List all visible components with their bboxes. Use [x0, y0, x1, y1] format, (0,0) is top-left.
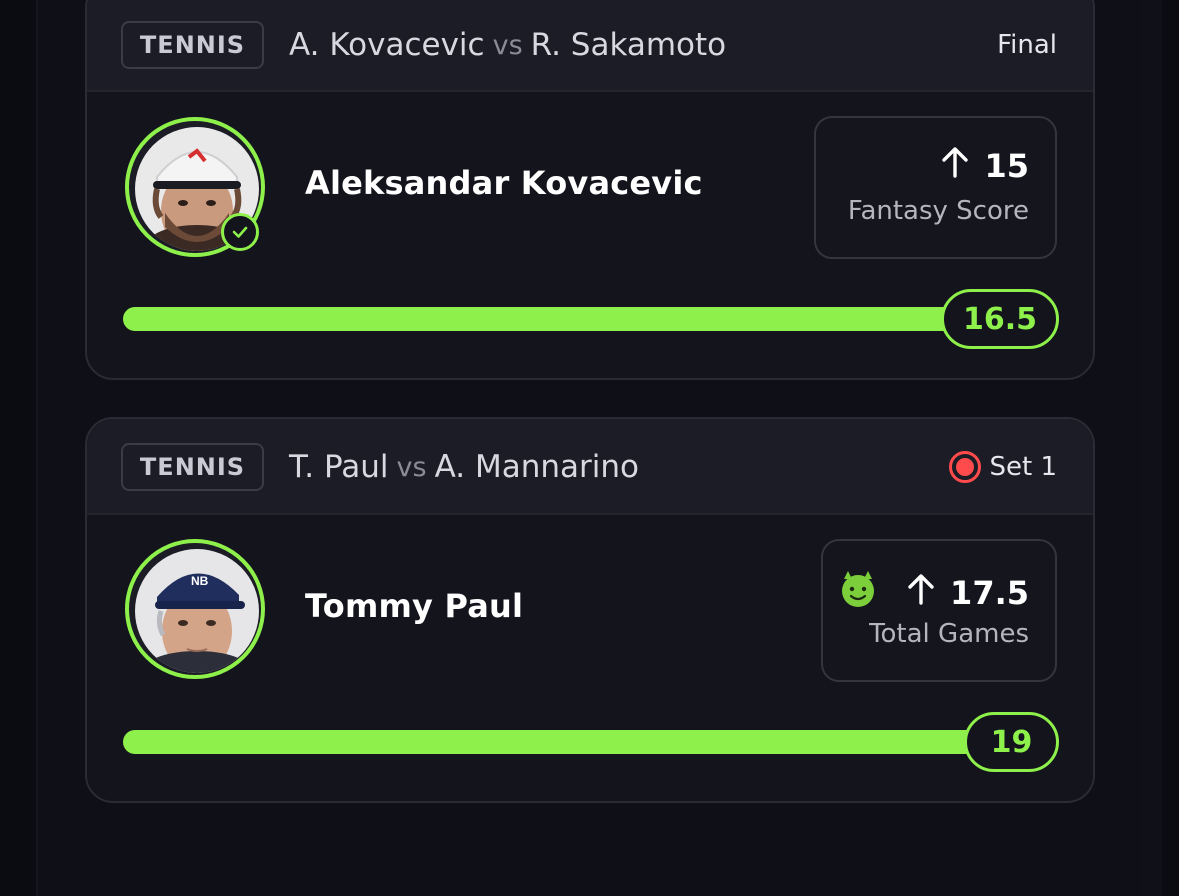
player-name[interactable]: Aleksandar Kovacevic	[305, 164, 703, 202]
matchup-vs: vs	[396, 451, 427, 483]
player-name[interactable]: Tommy Paul	[305, 587, 523, 625]
matchup-player-a: T. Paul	[289, 449, 389, 485]
arrow-up-icon	[940, 146, 970, 186]
stat-line: 15	[940, 146, 1029, 186]
progress-fill	[123, 307, 1023, 331]
game-status: Final	[997, 30, 1057, 60]
matchup: A. Kovacevic vs R. Sakamoto	[289, 21, 726, 69]
progress-bar	[123, 730, 1023, 754]
stat-label: Fantasy Score	[847, 196, 1029, 226]
card-header: TENNIS T. Paul vs A. Mannarino Set 1	[87, 419, 1093, 515]
game-status: Set 1	[949, 443, 1057, 491]
card-header: TENNIS A. Kovacevic vs R. Sakamoto Final	[87, 0, 1093, 92]
player-avatar[interactable]: NB	[125, 539, 265, 679]
stat-label: Total Games	[869, 619, 1029, 649]
progress-fill	[123, 730, 1023, 754]
pick-card[interactable]: TENNIS A. Kovacevic vs R. Sakamoto Final	[85, 0, 1095, 380]
stat-line-value: 17.5	[950, 574, 1029, 612]
matchup-player-b: R. Sakamoto	[530, 27, 727, 63]
result-value: 16.5	[941, 289, 1059, 349]
stat-line: 17.5	[838, 569, 1029, 617]
sport-badge: TENNIS	[121, 21, 264, 69]
matchup-player-b: A. Mannarino	[434, 449, 639, 485]
screen: TENNIS A. Kovacevic vs R. Sakamoto Final	[0, 0, 1179, 896]
stat-line-box[interactable]: 17.5 Total Games	[821, 539, 1057, 682]
right-divider	[1142, 0, 1162, 896]
game-status-text: Set 1	[989, 452, 1057, 482]
progress-bar	[123, 307, 1023, 331]
stat-line-box[interactable]: 15 Fantasy Score	[814, 116, 1057, 259]
check-circle-icon	[221, 213, 259, 251]
result-value: 19	[964, 712, 1059, 772]
player-photo-paul: NB	[135, 549, 259, 673]
stat-line-value: 15	[984, 147, 1029, 185]
devil-emoji-icon	[838, 569, 878, 617]
arrow-up-icon	[906, 573, 936, 613]
svg-text:NB: NB	[191, 574, 209, 588]
matchup: T. Paul vs A. Mannarino	[289, 443, 639, 491]
pick-card[interactable]: TENNIS T. Paul vs A. Mannarino Set 1 NB	[85, 417, 1095, 803]
sport-badge: TENNIS	[121, 443, 264, 491]
matchup-vs: vs	[492, 29, 523, 61]
live-record-icon	[949, 451, 982, 483]
matchup-player-a: A. Kovacevic	[289, 27, 485, 63]
player-avatar[interactable]	[125, 117, 265, 257]
